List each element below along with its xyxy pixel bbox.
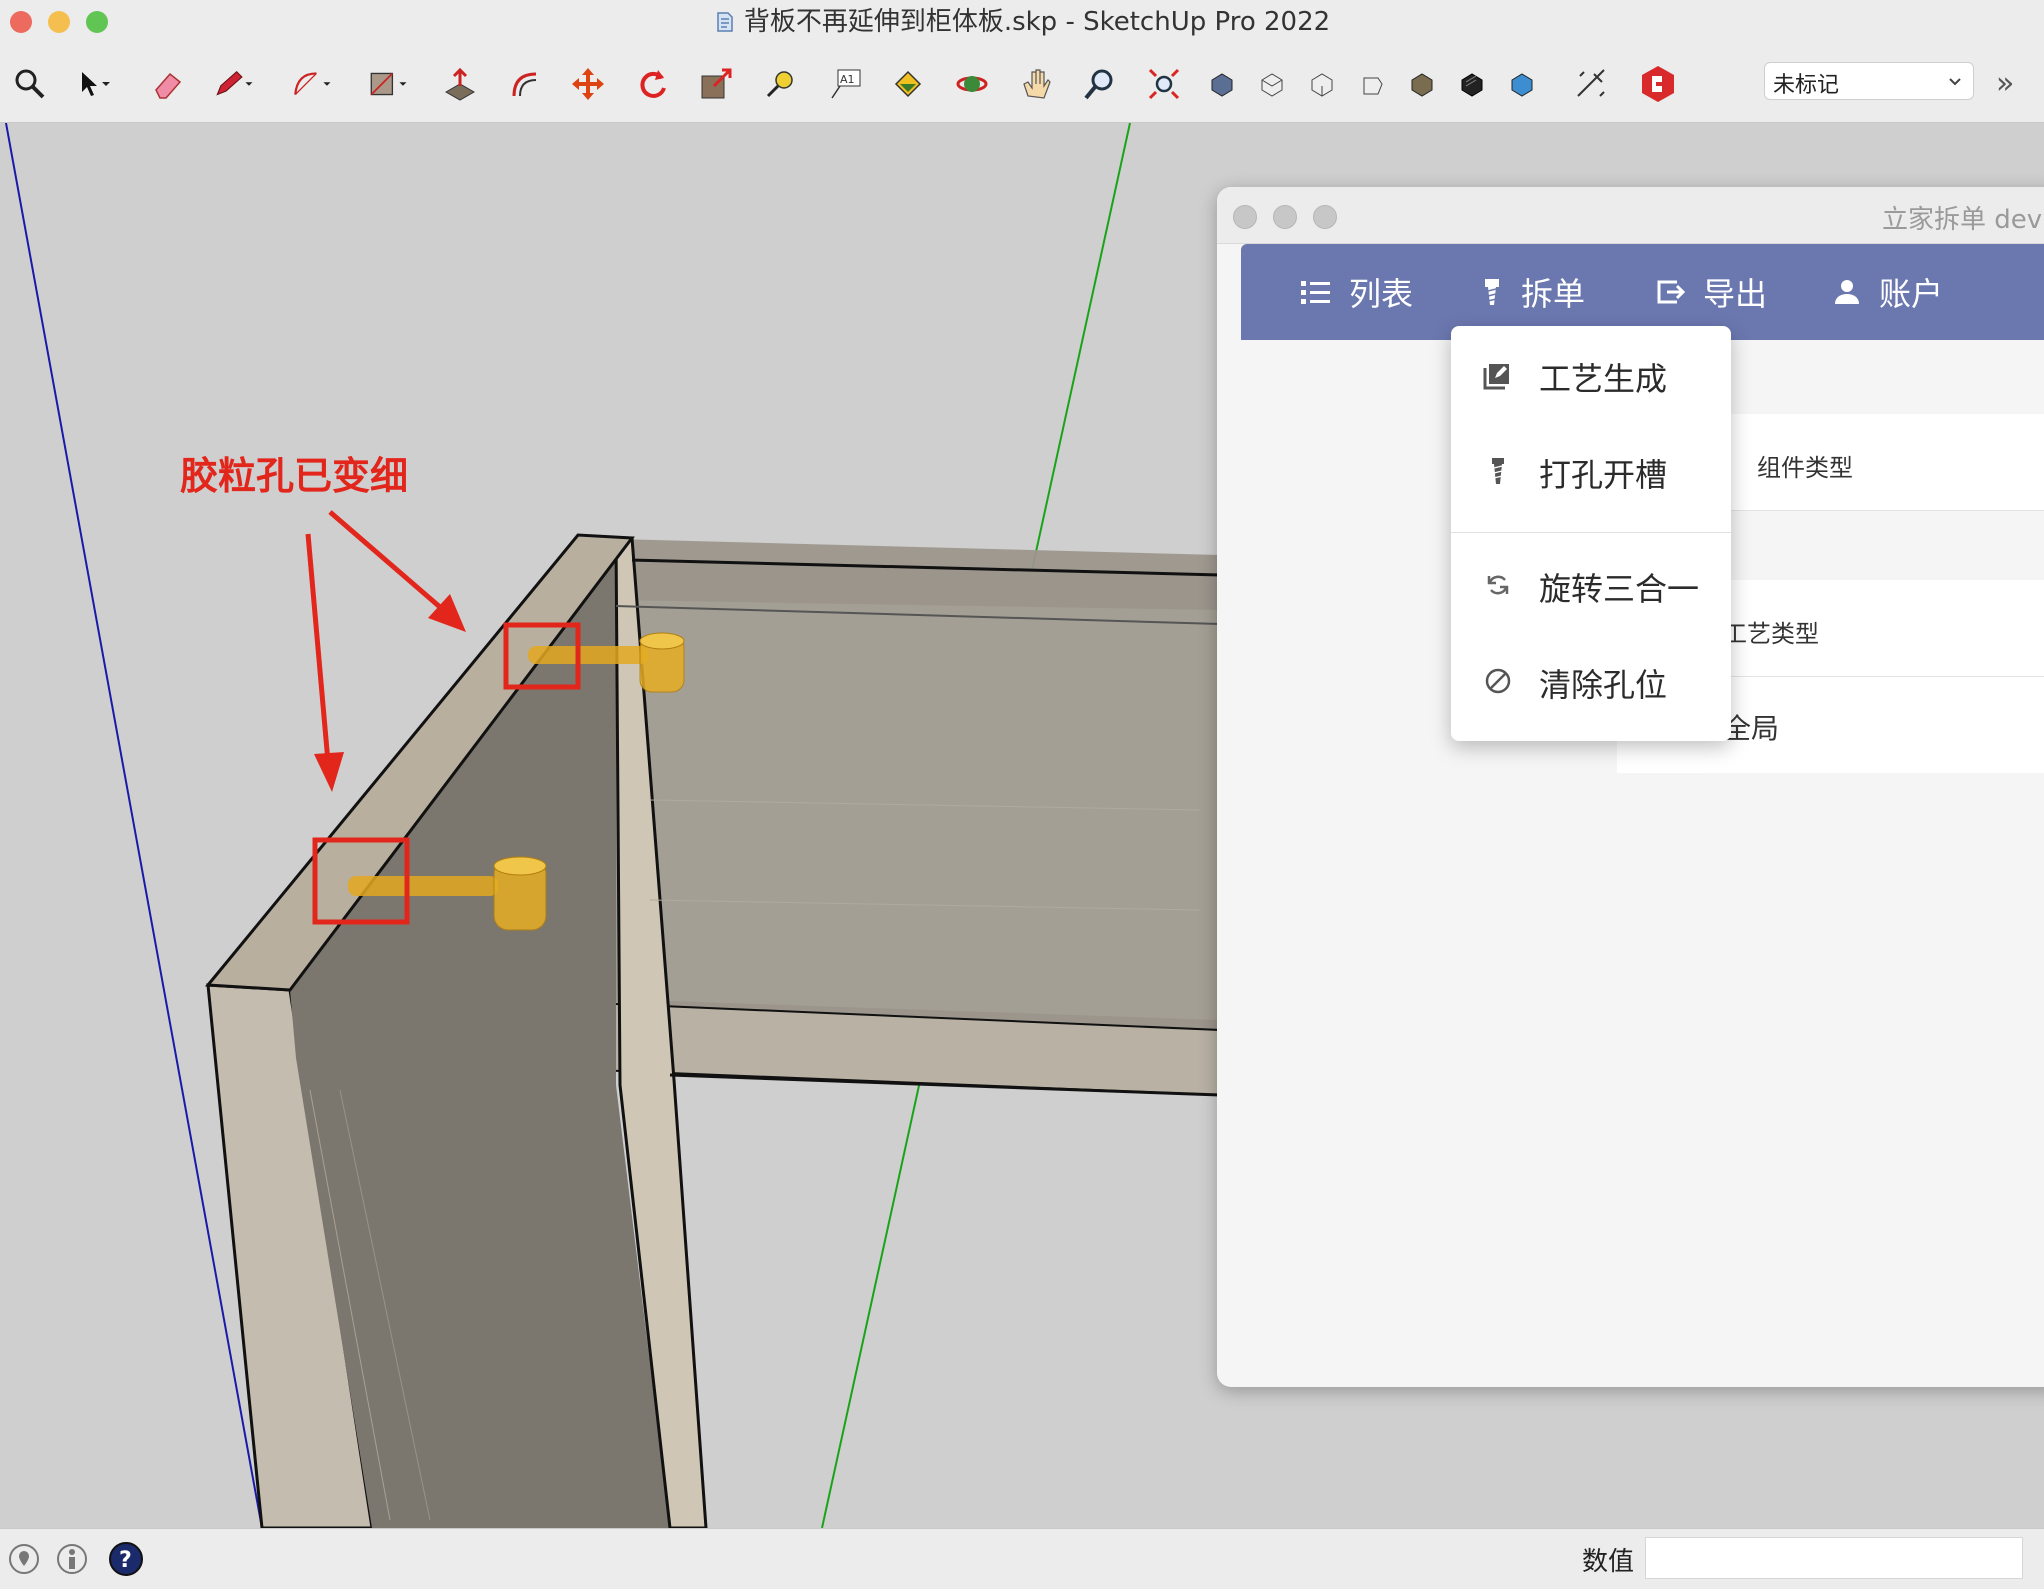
- component-type-header: 组件类型: [1757, 454, 1853, 482]
- list-icon: [1301, 281, 1330, 304]
- geo-location-icon[interactable]: [8, 1543, 40, 1575]
- svg-text:?: ?: [119, 1548, 132, 1573]
- process-type-header: 工艺类型: [1723, 620, 1819, 648]
- status-bar: ? 数值: [0, 1528, 2044, 1589]
- nav-account-label: 账户: [1879, 275, 1944, 313]
- text-icon[interactable]: A1: [824, 62, 868, 106]
- rotate-arrows-icon: [1487, 575, 1509, 595]
- zoom-window-icon[interactable]: [1078, 62, 1122, 106]
- plugin-close-button[interactable]: [1233, 205, 1257, 229]
- svg-text:A1: A1: [840, 73, 855, 86]
- scale-icon[interactable]: [694, 62, 738, 106]
- tag-select-value: 未标记: [1773, 73, 1840, 98]
- zoom-extents-icon[interactable]: [1142, 62, 1186, 106]
- nav-list-label: 列表: [1349, 275, 1414, 313]
- top-view-icon[interactable]: [1250, 62, 1294, 106]
- nav-list[interactable]: 列表: [1301, 244, 1413, 340]
- plugin-titlebar: 立家拆单 dev: [1217, 187, 2044, 244]
- arc-icon[interactable]: [290, 62, 334, 106]
- push-pull-icon[interactable]: [438, 62, 482, 106]
- annotation-arrow-down: [305, 533, 344, 792]
- iso-view-icon[interactable]: [1200, 62, 1244, 106]
- left-view-icon[interactable]: [1450, 62, 1494, 106]
- chevron-down-icon: [1945, 71, 1965, 91]
- rotate-icon[interactable]: [630, 62, 674, 106]
- plugin-logo-icon[interactable]: [1636, 62, 1680, 106]
- select-icon[interactable]: [70, 62, 114, 106]
- window-title: 背板不再延伸到柜体板.skp - SketchUp Pro 2022: [0, 0, 2044, 44]
- prohibit-icon: [1485, 668, 1511, 694]
- pan-icon[interactable]: [1014, 62, 1058, 106]
- bottom-view-icon[interactable]: [1500, 62, 1544, 106]
- pencil-icon[interactable]: [212, 62, 256, 106]
- help-icon[interactable]: ?: [108, 1541, 144, 1577]
- menu-item-drill-groove[interactable]: 打孔开槽: [1451, 422, 1731, 518]
- move-icon[interactable]: [566, 62, 610, 106]
- measurements-label: 数值: [1582, 1547, 1635, 1577]
- window-titlebar: 背板不再延伸到柜体板.skp - SketchUp Pro 2022: [0, 0, 2044, 44]
- back-view-icon[interactable]: [1400, 62, 1444, 106]
- main-toolbar: A1 未标记 »: [0, 44, 2044, 123]
- drill-icon: [1492, 458, 1504, 484]
- credits-icon[interactable]: [56, 1543, 88, 1575]
- plugin-title: 立家拆单 dev: [1882, 205, 2043, 235]
- menu-item-drill-groove-label: 打孔开槽: [1539, 456, 1668, 494]
- nav-split-label: 拆单: [1521, 275, 1586, 313]
- menu-item-process-generate-label: 工艺生成: [1539, 360, 1668, 398]
- nav-export-label: 导出: [1703, 275, 1768, 313]
- front-view-icon[interactable]: [1300, 62, 1344, 106]
- window-title-text: 背板不再延伸到柜体板.skp - SketchUp Pro 2022: [743, 7, 1331, 37]
- menu-divider: [1451, 532, 1731, 533]
- tag-select[interactable]: 未标记: [1764, 62, 1974, 100]
- scope-value: 全局: [1723, 712, 1780, 745]
- document-icon: [714, 3, 736, 32]
- annotation-arrow-right: [328, 510, 466, 632]
- edit-icon: [1483, 364, 1509, 390]
- menu-item-clear-holes[interactable]: 清除孔位: [1451, 632, 1731, 728]
- tape-measure-icon[interactable]: [758, 62, 802, 106]
- eraser-icon[interactable]: [146, 62, 190, 106]
- plugin-zoom-button[interactable]: [1313, 205, 1337, 229]
- menu-item-clear-holes-label: 清除孔位: [1539, 666, 1668, 704]
- menu-item-rotate-cam-lock-label: 旋转三合一: [1539, 570, 1700, 608]
- orbit-icon[interactable]: [950, 62, 994, 106]
- nav-account[interactable]: 账户: [1833, 244, 1943, 340]
- zoom-icon[interactable]: [8, 62, 52, 106]
- export-icon: [1657, 280, 1685, 304]
- offset-icon[interactable]: [502, 62, 546, 106]
- menu-item-rotate-cam-lock[interactable]: 旋转三合一: [1451, 536, 1731, 632]
- paint-bucket-icon[interactable]: [886, 62, 930, 106]
- measurements-input[interactable]: [1645, 1537, 2023, 1579]
- rectangle-icon[interactable]: [366, 62, 410, 106]
- toolbar-overflow-button[interactable]: »: [1996, 66, 2014, 101]
- right-view-icon[interactable]: [1350, 62, 1394, 106]
- drill-icon: [1485, 279, 1499, 305]
- user-icon: [1835, 280, 1859, 304]
- plugin-minimize-button[interactable]: [1273, 205, 1297, 229]
- menu-item-process-generate[interactable]: 工艺生成: [1451, 326, 1731, 422]
- split-dropdown-menu: 工艺生成 打孔开槽 旋转三合一 清除孔位: [1451, 326, 1731, 741]
- annotation-label: 胶粒孔已变细: [180, 454, 409, 498]
- section-plane-icon[interactable]: [1570, 62, 1614, 106]
